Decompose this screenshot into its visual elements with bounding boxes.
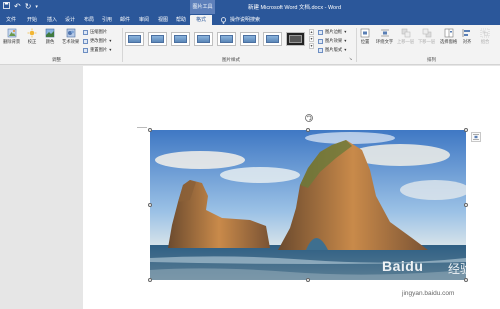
save-icon[interactable]	[3, 2, 10, 12]
layout-icon	[318, 47, 323, 53]
tab-references[interactable]: 引用	[102, 15, 112, 25]
resize-handle-e[interactable]	[464, 203, 468, 207]
gallery-scroll-down-icon[interactable]: ▾	[309, 36, 314, 42]
resize-handle-nw[interactable]	[148, 128, 152, 132]
ribbon: 删除背景 校正 颜色 艺术效果 压缩图片 更改图片 ▾ 重置图片 ▾ 调整 ▴	[0, 25, 500, 65]
bring-forward-button[interactable]: 上移一层	[397, 28, 414, 45]
tab-insert[interactable]: 插入	[47, 15, 57, 25]
style-thumbnail-5[interactable]	[217, 32, 236, 46]
group-objects-icon	[480, 28, 490, 38]
remove-background-button[interactable]: 删除背景	[3, 28, 20, 45]
chevron-down-icon: ▾	[109, 38, 112, 43]
style-thumbnail-2[interactable]	[148, 32, 167, 46]
style-thumbnail-3[interactable]	[171, 32, 190, 46]
undo-icon[interactable]: ↶	[14, 2, 21, 12]
change-picture-button[interactable]: 更改图片 ▾	[83, 38, 111, 44]
chevron-down-icon: ▾	[344, 38, 347, 43]
layout-options-icon	[473, 134, 479, 140]
change-picture-icon	[83, 38, 88, 44]
corrections-button[interactable]: 校正	[27, 28, 37, 45]
tell-me-box[interactable]: 操作说明搜索	[220, 15, 260, 25]
position-button[interactable]: 位置	[360, 28, 370, 45]
watermark-brand-cn: 经验	[448, 262, 473, 276]
selection-pane-icon	[444, 28, 453, 38]
picture-styles-gallery	[125, 29, 308, 49]
tab-file[interactable]: 文件	[6, 15, 16, 25]
bring-forward-icon	[401, 28, 410, 38]
reset-picture-icon	[83, 47, 88, 53]
layout-options-button[interactable]	[471, 132, 481, 142]
style-thumbnail-1[interactable]	[125, 32, 144, 46]
align-icon	[462, 29, 470, 37]
tab-mailings[interactable]: 邮件	[120, 15, 130, 25]
group-divider	[122, 28, 123, 62]
chevron-down-icon: ▾	[344, 29, 347, 34]
style-thumbnail-8[interactable]	[286, 32, 305, 46]
send-backward-icon	[422, 28, 431, 38]
style-thumbnail-6[interactable]	[240, 32, 259, 46]
tab-home[interactable]: 开始	[27, 15, 37, 25]
arrange-group-label: 排列	[427, 57, 436, 62]
compress-pictures-button[interactable]: 压缩图片	[83, 29, 107, 35]
resize-handle-n[interactable]	[306, 128, 310, 132]
tab-help[interactable]: 帮助	[176, 15, 186, 25]
tell-me-label: 操作说明搜索	[230, 17, 261, 23]
resize-handle-sw[interactable]	[148, 278, 152, 282]
window-title: 新建 Microsoft Word 文档.docx - Word	[248, 5, 342, 11]
reset-picture-button[interactable]: 重置图片 ▾	[83, 47, 111, 53]
compress-icon	[83, 29, 88, 35]
position-icon	[360, 28, 370, 38]
artistic-effects-button[interactable]: 艺术效果	[62, 28, 79, 45]
send-backward-button[interactable]: 下移一层	[418, 28, 435, 45]
quick-access-toolbar: ↶ ↻ ▾	[3, 2, 38, 12]
style-thumbnail-4[interactable]	[194, 32, 213, 46]
border-icon	[318, 29, 323, 35]
tab-design[interactable]: 设计	[65, 15, 75, 25]
color-icon	[45, 28, 55, 38]
watermark-brand: Baidu	[382, 258, 424, 274]
wrap-text-icon	[380, 29, 389, 37]
resize-handle-s[interactable]	[306, 278, 310, 282]
group-objects-button[interactable]: 组合	[480, 28, 490, 45]
tab-review[interactable]: 审阅	[139, 15, 149, 25]
margin-corner-mark	[137, 127, 147, 128]
picture-border-button[interactable]: 图片边框 ▾	[318, 29, 346, 35]
chevron-down-icon: ▾	[344, 47, 347, 52]
tab-format[interactable]: 格式	[190, 15, 213, 25]
picture-tools-context: 图片工具	[190, 0, 215, 14]
chevron-down-icon: ▾	[109, 47, 112, 52]
resize-handle-w[interactable]	[148, 203, 152, 207]
resize-handle-se[interactable]	[464, 278, 468, 282]
adjust-group-label: 调整	[52, 57, 61, 62]
picture-styles-group-label: 图片样式	[222, 57, 240, 62]
style-thumbnail-7[interactable]	[263, 32, 282, 46]
dialog-launcher-icon[interactable]: ↘	[348, 57, 353, 62]
rotate-handle-icon[interactable]	[304, 113, 314, 123]
artistic-effects-icon	[66, 28, 75, 38]
effects-icon	[318, 38, 323, 44]
lightbulb-icon	[220, 16, 227, 24]
gallery-more-icon[interactable]: ▾	[309, 43, 314, 49]
sun-icon	[27, 28, 37, 38]
gallery-scroll-up-icon[interactable]: ▴	[309, 29, 314, 35]
wrap-text-button[interactable]: 环绕文字	[376, 28, 393, 45]
picture-layout-button[interactable]: 图片版式 ▾	[318, 47, 346, 53]
watermark-url: jingyan.baidu.com	[402, 290, 455, 297]
align-button[interactable]: 对齐	[462, 28, 472, 45]
title-bar: ↶ ↻ ▾ 图片工具 新建 Microsoft Word 文档.docx - W…	[0, 0, 500, 14]
selection-pane-button[interactable]: 选择窗格	[440, 28, 457, 45]
customize-qat-icon[interactable]: ▾	[35, 2, 38, 12]
tab-view[interactable]: 视图	[158, 15, 168, 25]
group-divider	[356, 28, 357, 62]
redo-icon[interactable]: ↻	[25, 2, 32, 12]
resize-handle-ne[interactable]	[464, 128, 468, 132]
picture-effects-button[interactable]: 图片效果 ▾	[318, 38, 346, 44]
remove-background-icon	[7, 28, 16, 38]
color-button[interactable]: 颜色	[45, 28, 55, 45]
tab-layout[interactable]: 布局	[84, 15, 94, 25]
